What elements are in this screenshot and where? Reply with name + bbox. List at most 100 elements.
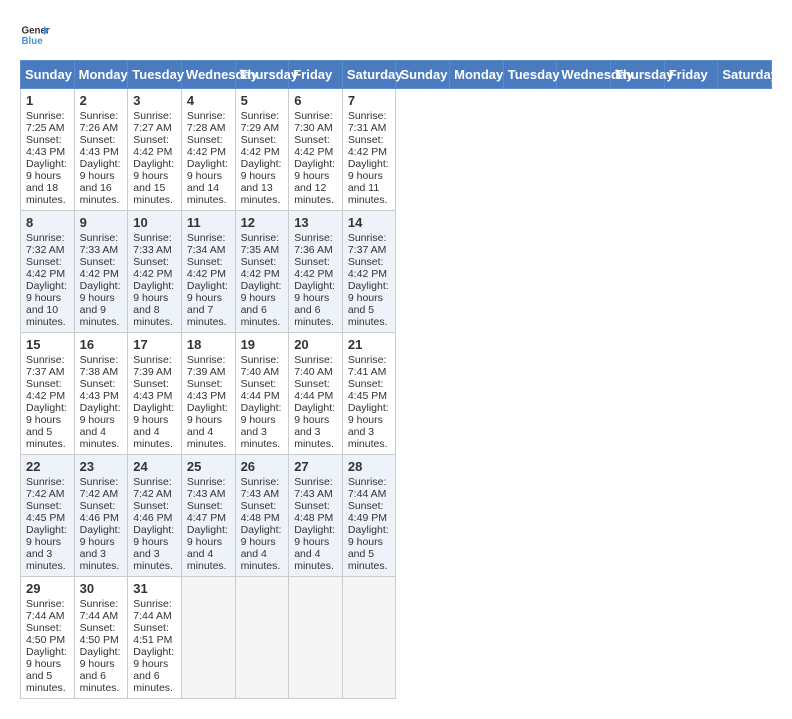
sunrise: Sunrise: 7:26 AM [80,110,119,134]
col-header-saturday: Saturday [718,61,772,89]
calendar-cell: 21Sunrise: 7:41 AMSunset: 4:45 PMDayligh… [342,333,396,455]
calendar-cell: 28Sunrise: 7:44 AMSunset: 4:49 PMDayligh… [342,455,396,577]
sunrise: Sunrise: 7:41 AM [348,354,387,378]
sunset: Sunset: 4:42 PM [133,256,172,280]
calendar-cell: 12Sunrise: 7:35 AMSunset: 4:42 PMDayligh… [235,211,289,333]
daylight: Daylight: 9 hours and 7 minutes. [187,280,228,328]
sunrise: Sunrise: 7:42 AM [133,476,172,500]
sunset: Sunset: 4:42 PM [187,134,226,158]
calendar-cell: 22Sunrise: 7:42 AMSunset: 4:45 PMDayligh… [21,455,75,577]
daylight: Daylight: 9 hours and 6 minutes. [241,280,282,328]
day-number: 29 [26,581,69,596]
calendar-cell: 19Sunrise: 7:40 AMSunset: 4:44 PMDayligh… [235,333,289,455]
sunrise: Sunrise: 7:44 AM [80,598,119,622]
sunrise: Sunrise: 7:39 AM [133,354,172,378]
sunset: Sunset: 4:42 PM [26,256,65,280]
logo-icon: General Blue [20,20,50,50]
daylight: Daylight: 9 hours and 5 minutes. [348,280,389,328]
day-number: 14 [348,215,391,230]
week-row-4: 22Sunrise: 7:42 AMSunset: 4:45 PMDayligh… [21,455,772,577]
sunset: Sunset: 4:42 PM [241,134,280,158]
sunrise: Sunrise: 7:32 AM [26,232,65,256]
calendar-cell: 31Sunrise: 7:44 AMSunset: 4:51 PMDayligh… [128,577,182,699]
calendar-cell [342,577,396,699]
calendar-cell: 5Sunrise: 7:29 AMSunset: 4:42 PMDaylight… [235,89,289,211]
sunrise: Sunrise: 7:38 AM [80,354,119,378]
sunset: Sunset: 4:42 PM [348,134,387,158]
day-number: 19 [241,337,284,352]
sunset: Sunset: 4:42 PM [294,134,333,158]
calendar-cell: 10Sunrise: 7:33 AMSunset: 4:42 PMDayligh… [128,211,182,333]
day-number: 23 [80,459,123,474]
sunset: Sunset: 4:42 PM [133,134,172,158]
sunset: Sunset: 4:43 PM [133,378,172,402]
calendar-cell: 13Sunrise: 7:36 AMSunset: 4:42 PMDayligh… [289,211,343,333]
daylight: Daylight: 9 hours and 6 minutes. [80,646,121,694]
daylight: Daylight: 9 hours and 18 minutes. [26,158,67,206]
day-number: 10 [133,215,176,230]
col-header-sunday: Sunday [21,61,75,89]
sunset: Sunset: 4:51 PM [133,622,172,646]
sunset: Sunset: 4:45 PM [348,378,387,402]
svg-text:Blue: Blue [22,36,44,47]
sunrise: Sunrise: 7:31 AM [348,110,387,134]
sunset: Sunset: 4:44 PM [294,378,333,402]
header: General Blue [20,20,772,50]
daylight: Daylight: 9 hours and 4 minutes. [80,402,121,450]
col-header-monday: Monday [450,61,504,89]
header-row: SundayMondayTuesdayWednesdayThursdayFrid… [21,61,772,89]
daylight: Daylight: 9 hours and 5 minutes. [348,524,389,572]
day-number: 25 [187,459,230,474]
week-row-5: 29Sunrise: 7:44 AMSunset: 4:50 PMDayligh… [21,577,772,699]
daylight: Daylight: 9 hours and 4 minutes. [187,402,228,450]
calendar-cell: 17 Sunrise: 7:39 AMSunset: 4:43 PMDayligh… [128,333,182,455]
col-header-friday: Friday [664,61,718,89]
col-header-wednesday: Wednesday [557,61,611,89]
day-number: 11 [187,215,230,230]
daylight: Daylight: 9 hours and 4 minutes. [133,402,174,450]
day-number: 3 [133,93,176,108]
sunrise: Sunrise: 7:40 AM [241,354,280,378]
day-number: 30 [80,581,123,596]
sunrise: Sunrise: 7:40 AM [294,354,333,378]
day-number: 16 [80,337,123,352]
sunset: Sunset: 4:46 PM [80,500,119,524]
col-header-saturday: Saturday [342,61,396,89]
sunrise: Sunrise: 7:28 AM [187,110,226,134]
daylight: Daylight: 9 hours and 3 minutes. [133,524,174,572]
sunset: Sunset: 4:45 PM [26,500,65,524]
day-number: 22 [26,459,69,474]
daylight: Daylight: 9 hours and 6 minutes. [133,646,174,694]
daylight: Daylight: 9 hours and 3 minutes. [348,402,389,450]
calendar-cell: 9Sunrise: 7:33 AMSunset: 4:42 PMDaylight… [74,211,128,333]
sunset: Sunset: 4:44 PM [241,378,280,402]
col-header-sunday: Sunday [396,61,450,89]
sunrise: Sunrise: 7:36 AM [294,232,333,256]
calendar-cell [181,577,235,699]
sunrise: Sunrise: 7:37 AM [348,232,387,256]
calendar-cell: 7Sunrise: 7:31 AMSunset: 4:42 PMDaylight… [342,89,396,211]
day-number: 17 [133,337,176,352]
sunrise: Sunrise: 7:35 AM [241,232,280,256]
sunset: Sunset: 4:42 PM [294,256,333,280]
week-row-2: 8Sunrise: 7:32 AMSunset: 4:42 PMDaylight… [21,211,772,333]
sunset: Sunset: 4:50 PM [80,622,119,646]
calendar-cell: 26Sunrise: 7:43 AMSunset: 4:48 PMDayligh… [235,455,289,577]
daylight: Daylight: 9 hours and 3 minutes. [80,524,121,572]
col-header-wednesday: Wednesday [181,61,235,89]
sunset: Sunset: 4:46 PM [133,500,172,524]
sunrise: Sunrise: 7:42 AM [26,476,65,500]
day-number: 13 [294,215,337,230]
sunrise: Sunrise: 7:39 AM [187,354,226,378]
daylight: Daylight: 9 hours and 8 minutes. [133,280,174,328]
day-number: 5 [241,93,284,108]
sunrise: Sunrise: 7:25 AM [26,110,65,134]
sunrise: Sunrise: 7:43 AM [294,476,333,500]
col-header-tuesday: Tuesday [128,61,182,89]
sunset: Sunset: 4:49 PM [348,500,387,524]
day-number: 26 [241,459,284,474]
daylight: Daylight: 9 hours and 5 minutes. [26,402,67,450]
daylight: Daylight: 9 hours and 3 minutes. [294,402,335,450]
calendar-table: SundayMondayTuesdayWednesdayThursdayFrid… [20,60,772,699]
sunset: Sunset: 4:43 PM [187,378,226,402]
